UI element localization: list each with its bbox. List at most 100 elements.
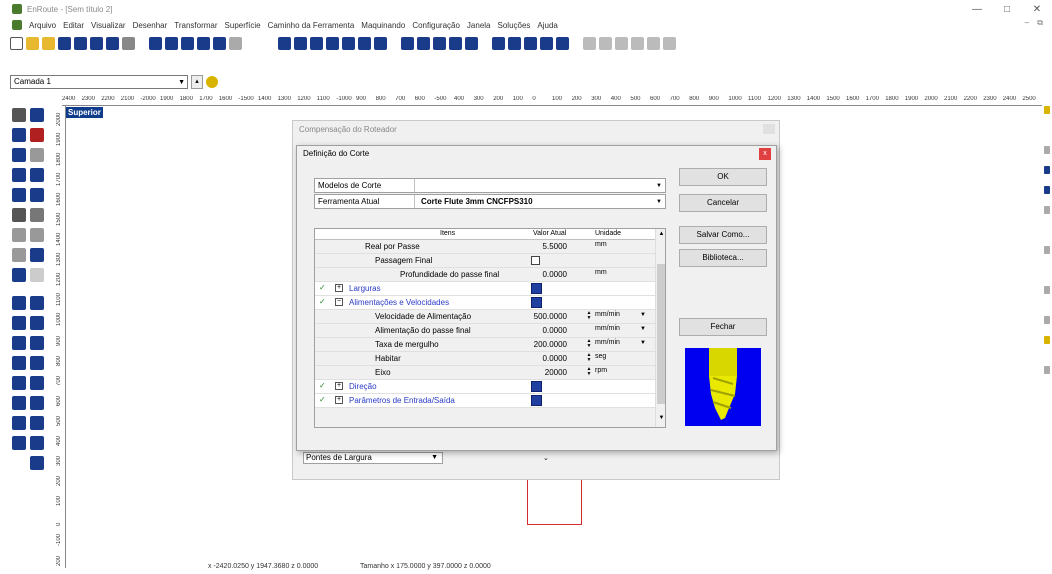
pen-tool-icon[interactable] xyxy=(30,228,44,242)
grid-row[interactable]: Passagem Final xyxy=(315,254,655,268)
group-row[interactable]: ✓ − Alimentações e Velocidades xyxy=(315,296,655,310)
align-icon[interactable] xyxy=(433,36,446,50)
new-file-icon[interactable] xyxy=(10,36,23,50)
offset-icon[interactable] xyxy=(30,188,44,202)
menu-transformar[interactable]: Transformar xyxy=(174,21,217,30)
arc-tool-icon[interactable] xyxy=(12,248,26,262)
sim-step-icon[interactable] xyxy=(615,36,628,50)
close-dialog-button[interactable]: Fechar xyxy=(679,318,767,336)
drawing-shape[interactable] xyxy=(527,477,582,525)
layer-select[interactable]: Camada 1 ▼ xyxy=(10,75,188,89)
cut-icon[interactable] xyxy=(149,36,162,50)
open-folder-icon[interactable] xyxy=(26,36,39,50)
sim-option-icon[interactable] xyxy=(647,36,660,50)
panel-icon[interactable] xyxy=(1044,186,1050,194)
machine-icon[interactable] xyxy=(556,36,569,50)
group-row[interactable]: ✓ + Parâmetros de Entrada/Saída xyxy=(315,394,655,408)
select-arrow-icon[interactable] xyxy=(12,108,26,122)
monitor-icon[interactable] xyxy=(12,376,26,390)
menu-ajuda[interactable]: Ajuda xyxy=(537,21,557,30)
library-button[interactable]: Biblioteca... xyxy=(679,249,767,267)
chevron-down-icon[interactable]: ▼ xyxy=(640,326,646,332)
feed-speed-icon[interactable] xyxy=(531,297,542,308)
view-3d-icon[interactable] xyxy=(358,36,371,50)
chevron-down-icon[interactable]: ⌄ xyxy=(543,454,549,462)
mirror-icon[interactable] xyxy=(12,168,26,182)
scroll-down-icon[interactable]: ▼ xyxy=(656,415,665,421)
shape-icon[interactable] xyxy=(30,376,44,390)
spinner-icon[interactable]: ▲ ▼ xyxy=(586,311,592,321)
target-icon[interactable] xyxy=(30,336,44,350)
rotate-icon[interactable] xyxy=(12,148,26,162)
grid-row[interactable]: Alimentação do passe final 0.0000 mm/min… xyxy=(315,324,655,338)
grid-scrollbar[interactable]: ▲ ▼ xyxy=(655,229,665,427)
spinner-icon[interactable]: ▲ ▼ xyxy=(586,339,592,349)
chevron-down-icon[interactable]: ▼ xyxy=(640,312,646,318)
polygon-icon[interactable] xyxy=(30,208,44,222)
group-row[interactable]: ✓ + Direção xyxy=(315,380,655,394)
zoom-in-icon[interactable] xyxy=(294,36,307,50)
grid-icon[interactable] xyxy=(90,36,103,50)
circle-tool-icon[interactable] xyxy=(12,228,26,242)
pontes-select[interactable]: Pontes de Largura ▼ xyxy=(303,452,443,464)
undo-icon[interactable] xyxy=(213,36,226,50)
layer-down-icon[interactable] xyxy=(12,208,26,222)
expand-icon[interactable]: + xyxy=(335,284,343,292)
larguras-icon[interactable] xyxy=(531,283,542,294)
layer-spinner[interactable]: ▴ xyxy=(191,75,203,89)
nest-icon[interactable] xyxy=(401,36,414,50)
menu-editar[interactable]: Editar xyxy=(63,21,84,30)
delete-icon[interactable] xyxy=(197,36,210,50)
freehand-icon[interactable] xyxy=(30,356,44,370)
scale-icon[interactable] xyxy=(30,168,44,182)
zoom-out-icon[interactable] xyxy=(310,36,323,50)
import-icon[interactable] xyxy=(42,36,55,50)
measure-icon[interactable] xyxy=(465,36,478,50)
curve-tool-icon[interactable] xyxy=(12,316,26,330)
spinner-icon[interactable]: ▲ ▼ xyxy=(586,353,592,363)
panel-icon[interactable] xyxy=(1044,286,1050,294)
layer-panel-icon[interactable] xyxy=(1044,106,1050,114)
crosshair-icon[interactable] xyxy=(12,436,26,450)
save-as-button[interactable]: Salvar Como... xyxy=(679,226,767,244)
sim-stop-icon[interactable] xyxy=(631,36,644,50)
bezier-icon[interactable] xyxy=(30,396,44,410)
engrave-icon[interactable] xyxy=(524,36,537,50)
grid-row[interactable]: Profundidade do passe final 0.0000 mm xyxy=(315,268,655,282)
save-icon[interactable] xyxy=(58,36,71,50)
paste-icon[interactable] xyxy=(181,36,194,50)
lightbulb-icon[interactable] xyxy=(206,76,218,88)
copy-icon[interactable] xyxy=(165,36,178,50)
contour-icon[interactable] xyxy=(12,268,26,282)
entry-exit-icon[interactable] xyxy=(531,395,542,406)
toolpath-icon[interactable] xyxy=(492,36,505,50)
layer-icon[interactable] xyxy=(30,108,44,122)
grid-row[interactable]: Habitar 0.0000 ▲ ▼ seg xyxy=(315,352,655,366)
direction-icon[interactable] xyxy=(531,381,542,392)
scroll-thumb[interactable] xyxy=(657,264,665,404)
expand-icon[interactable]: + xyxy=(335,396,343,404)
document-icon[interactable] xyxy=(12,20,22,30)
passagem-final-checkbox[interactable] xyxy=(531,256,540,265)
sim-icon[interactable] xyxy=(583,36,596,50)
array-icon[interactable] xyxy=(417,36,430,50)
star-icon[interactable] xyxy=(30,268,44,282)
sim-play-icon[interactable] xyxy=(599,36,612,50)
redo-icon[interactable] xyxy=(229,36,242,50)
close-button[interactable]: ✕ xyxy=(1022,0,1052,18)
image-icon[interactable] xyxy=(30,436,44,450)
panel-icon[interactable] xyxy=(1044,166,1050,174)
text-edit-icon[interactable] xyxy=(30,128,44,142)
sim-view-icon[interactable] xyxy=(663,36,676,50)
pencil-icon[interactable] xyxy=(122,36,135,50)
render-icon[interactable] xyxy=(374,36,387,50)
grid-row[interactable]: Taxa de mergulho 200.0000 ▲ ▼ mm/min ▼ xyxy=(315,338,655,352)
chevron-down-icon[interactable]: ▼ xyxy=(640,340,646,346)
grid-row[interactable]: Real por Passe 5.5000 mm xyxy=(315,240,655,254)
menu-arquivo[interactable]: Arquivo xyxy=(29,21,56,30)
output-icon[interactable] xyxy=(540,36,553,50)
menu-superficie[interactable]: Superfície xyxy=(225,21,261,30)
menu-solucoes[interactable]: Soluções xyxy=(498,21,531,30)
scroll-up-icon[interactable]: ▲ xyxy=(656,231,665,237)
group-row[interactable]: ✓ + Larguras xyxy=(315,282,655,296)
